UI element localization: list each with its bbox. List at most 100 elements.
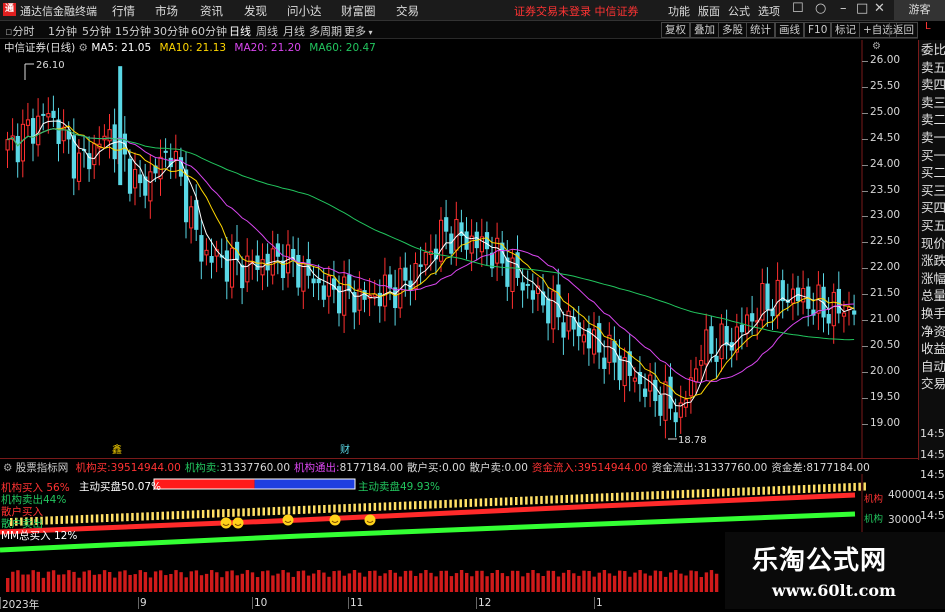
volume-bar [633,572,637,592]
menu-shichang[interactable]: 市场 [155,3,178,19]
volume-bar [714,573,719,592]
volume-bar [587,570,591,592]
f10-button[interactable]: F10 [804,22,832,38]
menu-wenxiaoda[interactable]: 问小达 [287,3,322,19]
back-button[interactable]: 返回 [889,22,918,38]
menu-hangqing[interactable]: 行情 [112,3,135,19]
indicator-bar [136,512,139,521]
skin-icon[interactable]: ○ [815,1,826,16]
panel-item[interactable]: 自动 [921,359,945,375]
period-5min[interactable]: 5分钟 [82,23,111,39]
candlestick-chart[interactable]: 26.10 18.78 鑫 财 [0,40,918,458]
menu-gongshi[interactable]: 公式 [728,3,750,19]
panel-item[interactable]: 买三 [921,183,945,199]
period-multi[interactable]: 多周期 [309,23,342,39]
draw-line-button[interactable]: 画线 [775,22,804,38]
panel-item[interactable]: 涨跌 [921,253,945,269]
period-daily[interactable]: 日线 [229,23,251,39]
stats-button[interactable]: 统计 [746,22,775,38]
volume-bar [271,575,275,592]
indicator-bar [666,490,669,499]
minimize-icon[interactable]: – [840,1,847,16]
period-15min[interactable]: 15分钟 [115,23,151,39]
fuquan-button[interactable]: 复权 [661,22,690,38]
panel-item[interactable]: 卖一 [921,130,945,146]
panel-item[interactable]: 现价 [921,236,945,252]
date-tick [476,597,477,609]
period-fenshi[interactable]: ▫分时 [5,23,34,39]
panel-item[interactable]: 卖三 [921,95,945,111]
indicator-bar [424,500,427,509]
panel-item[interactable]: 卖四 [921,77,945,93]
volume-bar [485,576,489,592]
candle [296,254,301,288]
indicator-bar [368,503,372,512]
volume-bar [301,570,306,592]
volume-bar [592,576,596,592]
menu-gongneng[interactable]: 功能 [668,3,690,19]
panel-item[interactable]: 涨幅 [921,271,945,287]
overlay-button[interactable]: 叠加 [690,22,719,38]
multi-stock-button[interactable]: 多股 [718,22,747,38]
price-tickmark [862,423,868,425]
volume-bar [393,572,397,592]
panel-item[interactable]: 换手 [921,306,945,322]
panel-corner-label: L [925,21,931,32]
close-icon[interactable]: ✕ [874,1,885,16]
menu-banmian[interactable]: 版面 [698,3,720,19]
volume-bar [164,575,168,592]
menu-caifuquan[interactable]: 财富圈 [341,3,376,19]
indicator-name[interactable]: 股票指标网 [16,462,69,474]
volume-bar [102,570,107,592]
candle [133,168,138,189]
panel-item[interactable]: 交易 [921,376,945,392]
panel-item[interactable]: 卖二 [921,112,945,128]
guest-button[interactable]: 游客 [894,0,945,20]
volume-bar [429,572,433,592]
candle [204,249,209,256]
volume-bar [607,573,612,592]
indicator-bar [509,497,513,506]
mark-button[interactable]: 标记 [831,22,860,38]
indicator-bar [429,500,432,509]
indicator-bar [212,509,215,518]
indicator-bar [545,495,548,504]
period-monthly[interactable]: 月线 [283,23,305,39]
volume-bar [194,570,199,592]
period-30min[interactable]: 30分钟 [153,23,189,39]
panel-item[interactable]: 买一 [921,148,945,164]
menu-zixun[interactable]: 资讯 [200,3,223,19]
indicator-gear-icon[interactable]: ⚙ [3,462,16,474]
volume-bar [368,570,372,592]
maximize-icon[interactable]: □ [856,1,868,16]
volume-bar [332,571,336,592]
candle [418,264,423,267]
indicator-bar [439,500,442,509]
volume-bar [419,573,423,592]
menu-jiaoyi[interactable]: 交易 [396,3,419,19]
login-notice[interactable]: 证券交易未登录 中信证券 [514,3,639,19]
volume-bar [480,570,484,592]
window-layout-icon[interactable]: ☐ [792,1,804,16]
price-tickmark [862,86,868,88]
menu-xuanxiang[interactable]: 选项 [758,3,780,19]
period-60min[interactable]: 60分钟 [191,23,227,39]
panel-item[interactable]: 委比 [921,42,945,58]
panel-item[interactable]: 净资 [921,324,945,340]
pane-divider[interactable] [0,458,918,459]
candle [449,233,454,254]
volume-bar [541,576,545,592]
panel-item[interactable]: 买五 [921,218,945,234]
indicator-bar [166,511,170,520]
panel-item[interactable]: 收益 [921,341,945,357]
candle [377,292,382,307]
panel-item[interactable]: 总量 [921,288,945,304]
panel-item[interactable]: 买四 [921,200,945,216]
menu-faxian[interactable]: 发现 [244,3,267,19]
period-1min[interactable]: 1分钟 [48,23,77,39]
panel-item[interactable]: 买二 [921,165,945,181]
panel-item[interactable]: 卖五 [921,60,945,76]
period-more[interactable]: 更多 ▾ [344,23,373,39]
period-weekly[interactable]: 周线 [256,23,278,39]
volume-bar [434,576,438,592]
